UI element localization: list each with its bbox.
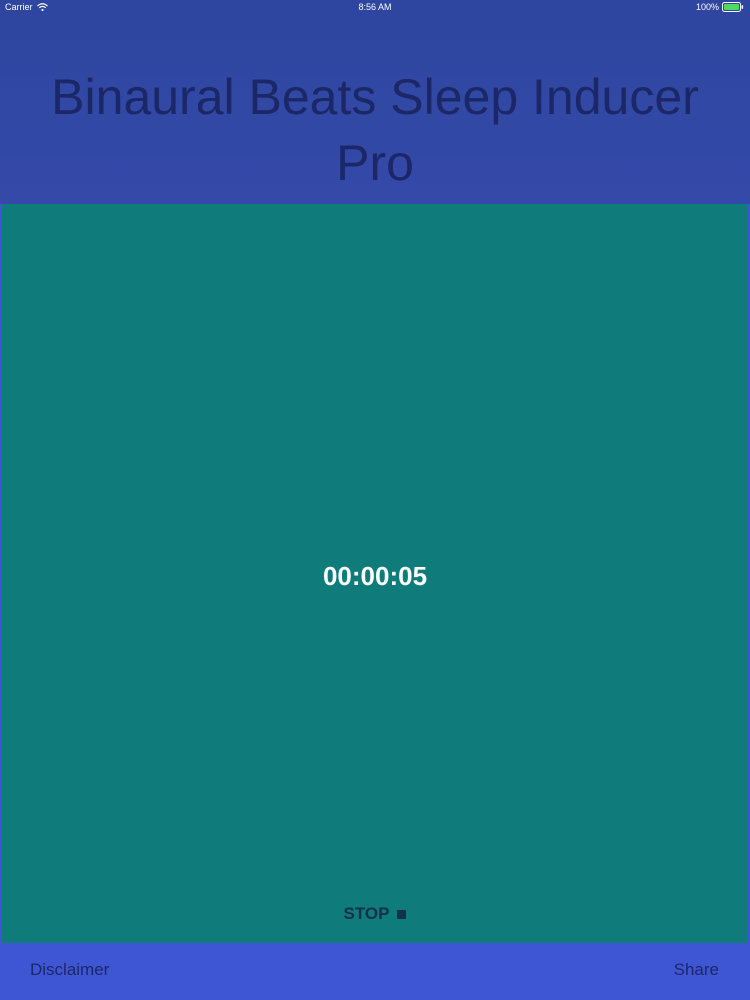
elapsed-timer: 00:00:05 xyxy=(322,561,428,591)
header: Binaural Beats Sleep Inducer Pro xyxy=(0,0,750,204)
share-button[interactable]: Share xyxy=(674,960,719,980)
stop-label: STOP xyxy=(343,904,390,923)
footer-toolbar: Disclaimer Share xyxy=(0,943,750,1000)
status-right: 100% xyxy=(696,2,744,12)
stop-button[interactable]: STOP xyxy=(325,901,425,927)
app-title: Binaural Beats Sleep Inducer Pro xyxy=(51,69,699,191)
status-time: 8:56 AM xyxy=(358,2,392,12)
status-bar: Carrier 8:56 AM 100% xyxy=(0,0,750,16)
battery-icon xyxy=(722,2,744,12)
stop-square-icon xyxy=(397,909,407,919)
battery-percent: 100% xyxy=(695,2,719,12)
player-panel: 00:00:05 STOP xyxy=(2,204,748,943)
disclaimer-button[interactable]: Disclaimer xyxy=(30,960,109,980)
